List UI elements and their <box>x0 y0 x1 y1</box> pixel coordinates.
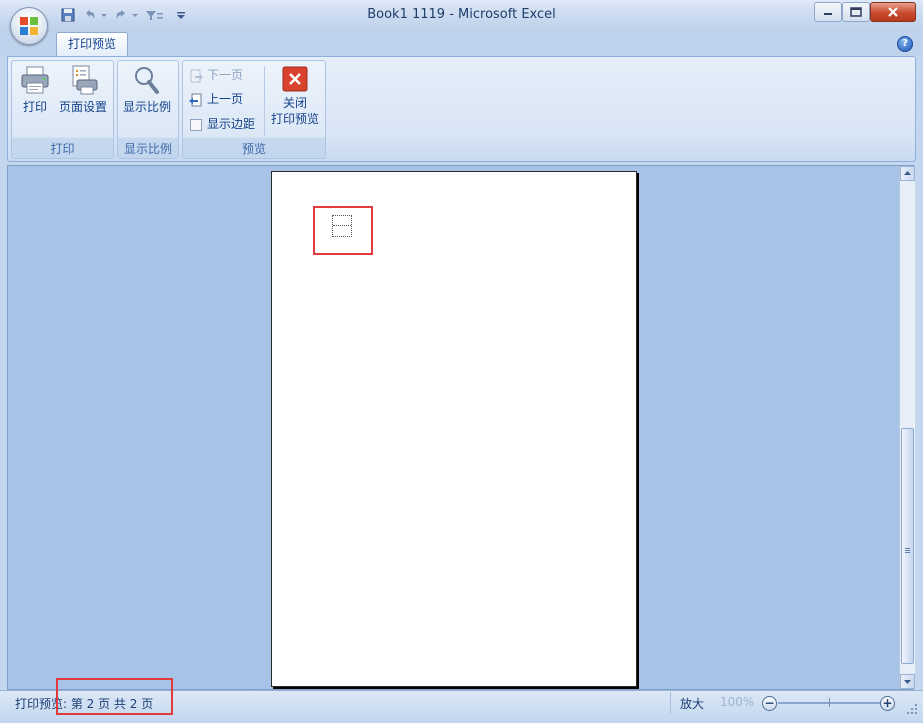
show-margins-checkbox[interactable]: 显示边距 <box>188 115 255 133</box>
print-group-label: 打印 <box>50 142 75 156</box>
zoom-button[interactable]: 显示比例 <box>119 64 175 115</box>
printer-icon <box>21 66 49 94</box>
zoom-percentage: 100% <box>720 695 755 709</box>
previous-page-button[interactable]: 上一页 <box>188 90 243 108</box>
grip-lines-icon <box>905 548 910 553</box>
close-preview-label-2: 打印预览 <box>270 112 319 126</box>
tab-print-preview[interactable]: 打印预览 <box>56 32 128 56</box>
preview-group-label: 预览 <box>241 142 266 156</box>
restore-button[interactable] <box>842 2 870 22</box>
magnifier-icon <box>135 67 159 94</box>
window-title: Book1 1119 - Microsoft Excel <box>367 7 556 22</box>
close-preview-label-1: 关闭 <box>282 96 307 110</box>
previous-page-icon <box>189 93 202 106</box>
office-logo-icon <box>20 17 38 35</box>
close-preview-icon <box>282 66 308 92</box>
previous-page-label: 上一页 <box>207 92 244 106</box>
arrow-up-icon <box>904 171 911 175</box>
help-icon[interactable]: ? <box>897 36 913 52</box>
print-label: 打印 <box>22 100 47 114</box>
scroll-down-button[interactable] <box>900 674 915 689</box>
page-setup-button[interactable]: 页面设置 <box>57 64 109 115</box>
zoom-slider-thumb[interactable] <box>829 698 830 707</box>
status-separator <box>670 692 671 714</box>
office-button[interactable] <box>10 7 48 45</box>
minimize-icon <box>824 13 832 15</box>
close-icon <box>888 7 898 17</box>
arrow-down-icon <box>904 680 911 684</box>
ribbon-separator <box>264 66 265 136</box>
scroll-thumb[interactable] <box>901 428 914 664</box>
page-setup-icon <box>72 65 98 95</box>
next-page-button[interactable]: 下一页 <box>188 66 243 84</box>
highlight-page-status <box>56 678 173 715</box>
zoom-in-label[interactable]: 放大 <box>680 695 704 712</box>
next-page-icon <box>190 69 203 82</box>
close-window-button[interactable] <box>870 2 916 22</box>
zoom-in-button[interactable]: + <box>880 696 895 711</box>
print-button[interactable]: 打印 <box>16 64 54 115</box>
highlight-cell-box <box>313 206 373 255</box>
checkbox-icon <box>190 118 202 131</box>
ribbon-tab-strip <box>0 32 923 56</box>
show-margins-label: 显示边距 <box>207 117 256 131</box>
next-page-label: 下一页 <box>207 68 244 82</box>
resize-grip-icon[interactable] <box>905 702 919 716</box>
minimize-button[interactable] <box>814 2 842 22</box>
zoom-out-button[interactable]: − <box>762 696 777 711</box>
scroll-up-button[interactable] <box>900 166 915 181</box>
zoom-group-label: 显示比例 <box>123 142 172 156</box>
page-setup-label: 页面设置 <box>58 100 107 114</box>
zoom-label: 显示比例 <box>122 100 171 114</box>
close-print-preview-button[interactable]: 关闭 打印预览 <box>268 66 322 127</box>
vertical-scrollbar[interactable] <box>899 166 915 689</box>
restore-icon <box>850 7 862 17</box>
